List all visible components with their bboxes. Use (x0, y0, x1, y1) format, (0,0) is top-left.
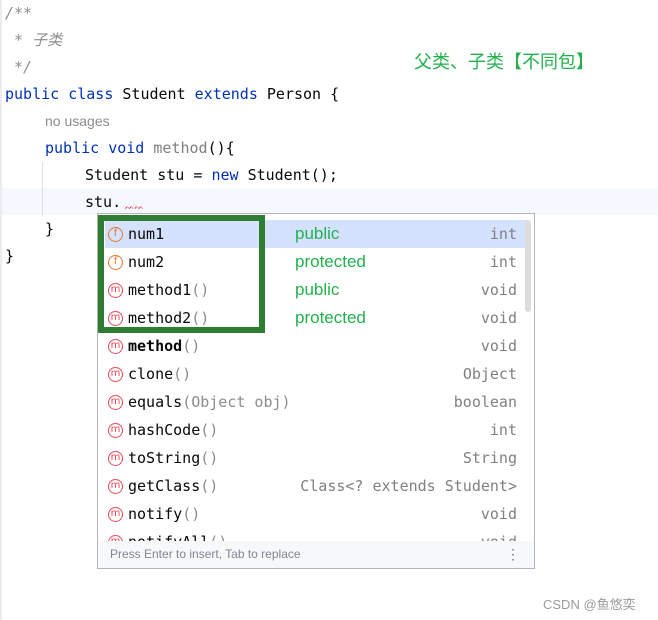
annotation-text: 父类、子类【不同包】 (414, 52, 594, 73)
item-type: int (489, 253, 517, 271)
completion-item[interactable]: m equals (Object obj) boolean (105, 388, 529, 416)
item-visibility: protected (295, 252, 366, 271)
item-name: equals (128, 393, 183, 411)
code-line[interactable]: */ (5, 54, 32, 81)
item-type: void (480, 337, 517, 355)
code-line[interactable]: public void method(){ (45, 135, 235, 162)
completion-item[interactable]: m method() void (105, 332, 529, 360)
method-icon: m (108, 478, 123, 494)
item-type: void (480, 505, 517, 523)
method-icon: m (108, 338, 123, 354)
code-text: (){ (207, 139, 235, 157)
item-name: method (128, 337, 183, 355)
item-visibility: public (295, 280, 340, 299)
completion-footer: Press Enter to insert, Tab to replace ⋮ (98, 541, 534, 568)
item-type: String (462, 449, 517, 467)
code-line[interactable]: } (5, 243, 14, 270)
completion-item[interactable]: m toString() String (105, 444, 529, 472)
item-type: Class<? extends Student> (300, 477, 517, 495)
method-icon: m (108, 394, 123, 410)
keyword: public void (45, 139, 154, 157)
code-text: Student stu = (85, 166, 212, 184)
more-options-icon[interactable]: ⋮ (506, 541, 520, 568)
item-name: toString (128, 449, 201, 467)
item-params: () (200, 449, 219, 467)
completion-item[interactable]: m clone() Object (105, 360, 529, 388)
usages-hint[interactable]: no usages (45, 108, 110, 135)
item-type: int (489, 421, 517, 439)
method-icon: m (108, 506, 123, 522)
item-params: () (200, 421, 219, 439)
item-params: () (200, 477, 219, 495)
keyword: public class (5, 85, 123, 103)
watermark: CSDN @鱼悠奕 (543, 597, 636, 612)
code-line[interactable]: } (45, 216, 54, 243)
item-params: () (182, 505, 201, 523)
highlight-box (98, 215, 265, 333)
parent-class: Person { (266, 85, 340, 103)
class-name: Student (122, 85, 195, 103)
item-visibility: protected (295, 308, 366, 327)
item-type: int (489, 225, 517, 243)
item-type: void (480, 281, 517, 299)
completion-item[interactable]: m notify() void (105, 500, 529, 528)
method-icon: m (108, 366, 123, 382)
code-line[interactable]: Student stu = new Student(); (85, 162, 338, 189)
item-type: void (480, 309, 517, 327)
method-name: method (153, 139, 208, 157)
completion-item[interactable]: m hashCode() int (105, 416, 529, 444)
keyword: extends (194, 85, 267, 103)
keyword: new (211, 166, 248, 184)
item-visibility: public (295, 224, 340, 243)
scrollbar[interactable] (525, 220, 531, 312)
code-line[interactable]: /** (5, 0, 32, 27)
code-text: Student(); (247, 166, 338, 184)
editor-gutter (0, 0, 2, 620)
item-type: Object (462, 365, 517, 383)
method-icon: m (108, 450, 123, 466)
code-line[interactable]: * 子类 (5, 27, 62, 54)
completion-item[interactable]: m getClass() Class<? extends Student> (105, 472, 529, 500)
item-params: () (173, 365, 192, 383)
item-type: boolean (453, 393, 517, 411)
error-squiggle: ᨓᨓ (125, 202, 145, 211)
item-name: hashCode (128, 421, 201, 439)
method-icon: m (108, 422, 123, 438)
footer-hint: Press Enter to insert, Tab to replace (110, 547, 301, 561)
item-name: getClass (128, 477, 201, 495)
item-name: clone (128, 365, 174, 383)
code-line[interactable]: public class Student extends Person { (5, 81, 339, 108)
indent-guide (42, 162, 43, 216)
item-params: (Object obj) (182, 393, 291, 411)
item-name: notify (128, 505, 183, 523)
item-params: () (182, 337, 201, 355)
code-line-current[interactable]: stu. (85, 189, 121, 216)
